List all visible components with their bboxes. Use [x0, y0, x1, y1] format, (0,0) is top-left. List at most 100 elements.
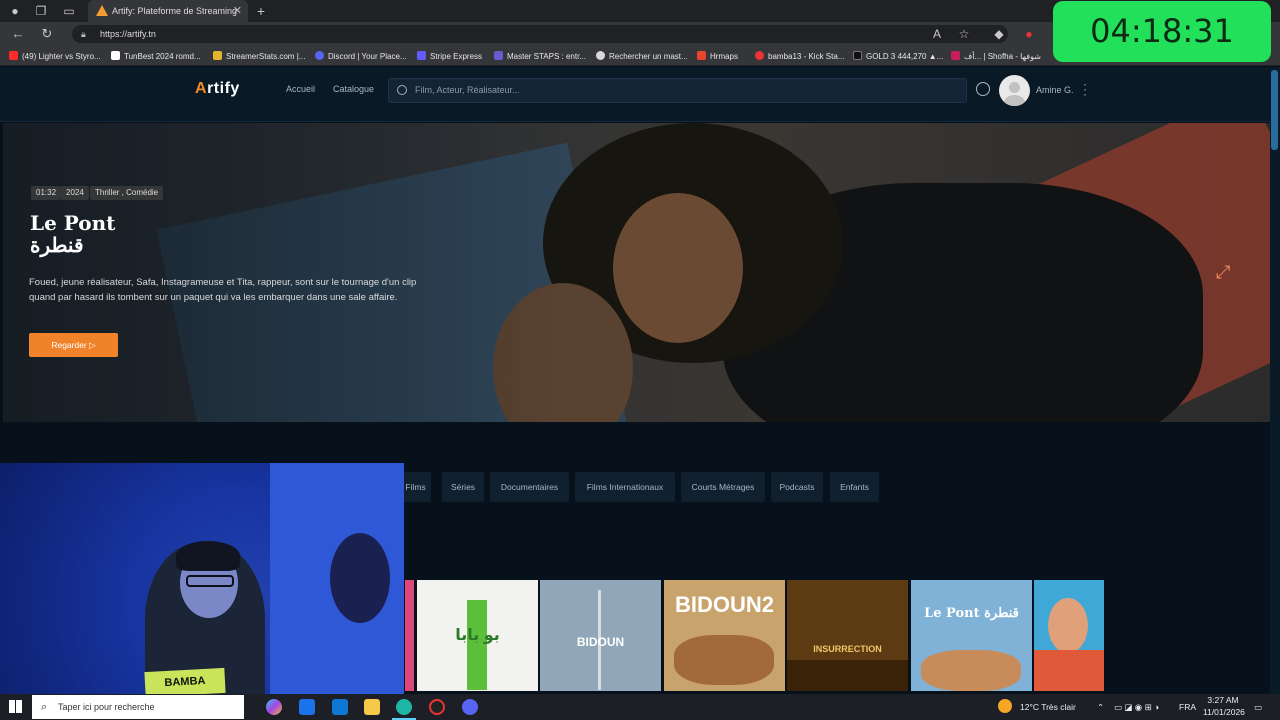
search-placeholder: Film, Acteur, Réalisateur...	[415, 85, 520, 95]
more-menu-icon[interactable]: · · ·	[1083, 78, 1087, 100]
bookmark-item[interactable]: StreamerStats.com |...	[213, 47, 305, 67]
search-input[interactable]: Film, Acteur, Réalisateur...	[388, 78, 967, 103]
discord-icon	[315, 51, 324, 60]
browser-tab-artify[interactable]: Artify: Plateforme de Streaming ✕	[88, 0, 248, 22]
search-icon: ⌕	[41, 701, 48, 713]
stream-timer: 04:18:31	[1053, 1, 1271, 62]
bookmark-favicon-icon	[494, 51, 503, 60]
nav-accueil[interactable]: Accueil	[286, 84, 315, 94]
bookmark-item[interactable]: Hrmaps	[697, 47, 738, 67]
category-podcasts[interactable]: Podcasts	[771, 472, 823, 502]
taskbar-clock[interactable]: 3:27 AM 11/01/2026	[1203, 694, 1245, 720]
poster-title: Le Pont قنطرة	[924, 606, 1019, 621]
avatar-body	[1004, 95, 1025, 106]
hrmaps-icon	[697, 51, 706, 60]
poster-card[interactable]: BIDOUN2	[664, 580, 785, 691]
artify-favicon-icon	[96, 5, 108, 16]
category-documentaires[interactable]: Documentaires	[490, 472, 569, 502]
extension-badge-icon[interactable]: ●	[1020, 23, 1038, 45]
tradingview-icon	[853, 51, 862, 60]
scrollbar-thumb[interactable]	[1271, 70, 1278, 150]
watch-button[interactable]: Regarder ▷	[29, 333, 118, 357]
category-films-internationaux[interactable]: Films Internationaux	[575, 472, 675, 502]
poster-title: BIDOUN	[576, 635, 625, 649]
weather-icon[interactable]	[998, 699, 1012, 713]
fullscreen-expand-icon[interactable]: ⤢	[1216, 262, 1230, 283]
youtube-icon	[9, 51, 18, 60]
taskbar-search-placeholder: Taper ici pour recherche	[58, 702, 155, 712]
tab-close-icon[interactable]: ✕	[233, 0, 242, 22]
tab-title: Artify: Plateforme de Streaming	[112, 6, 238, 16]
movie-title-latin: Le Pont	[30, 211, 116, 235]
year-chip: 2024	[61, 186, 89, 200]
read-aloud-icon[interactable]: A	[928, 23, 946, 45]
bookmark-item[interactable]: (49) Lighter vs Styro...	[9, 47, 101, 67]
webcam-hair	[176, 541, 240, 571]
new-tab-button[interactable]: +	[252, 0, 270, 22]
bookmark-item[interactable]: Rechercher un mast...	[596, 47, 688, 67]
extension-icon[interactable]: ◆	[990, 23, 1008, 45]
poster-card[interactable]: بو بابا	[417, 580, 538, 691]
back-icon[interactable]: ←	[9, 23, 27, 45]
language-indicator[interactable]: FRA	[1179, 694, 1196, 720]
taskbar-search-input[interactable]: ⌕ Taper ici pour recherche	[32, 695, 244, 719]
language-globe-icon[interactable]	[976, 82, 990, 96]
artify-logo[interactable]: Artify	[195, 80, 240, 98]
poster-card[interactable]: Le Pont قنطرة	[911, 580, 1032, 691]
kick-icon	[755, 51, 764, 60]
movie-title-arabic: قنطرة	[30, 233, 84, 257]
category-series[interactable]: Séries	[442, 472, 484, 502]
poster-title: INSURRECTION	[813, 644, 882, 654]
bookmark-item[interactable]: Stripe Express	[417, 47, 482, 67]
weather-text[interactable]: 12°C Très clair	[1020, 694, 1076, 720]
hero-gradient-overlay	[3, 123, 563, 422]
edge-icon[interactable]	[396, 699, 412, 715]
copilot-icon[interactable]	[266, 699, 282, 715]
category-courts-metrages[interactable]: Courts Métrages	[681, 472, 765, 502]
obs-icon[interactable]	[429, 699, 445, 715]
notifications-icon[interactable]: ▭	[1254, 694, 1262, 720]
hero-banner	[3, 123, 1270, 422]
bookmark-item[interactable]: bamba13 - Kick Sta...	[755, 47, 844, 67]
clock-date: 11/01/2026	[1203, 707, 1245, 717]
bookmark-item[interactable]: GOLD 3 444,270 ▲...	[853, 47, 943, 67]
page-scrollbar[interactable]	[1270, 67, 1280, 694]
reload-icon[interactable]: ↻	[38, 23, 56, 45]
poster-art	[921, 650, 1021, 691]
tray-chevron-icon[interactable]: ⌃	[1097, 694, 1104, 720]
tray-icons[interactable]: ▭ ◪ ◉ ⊞ ◑	[1114, 694, 1159, 720]
nav-catalogue[interactable]: Catalogue	[333, 84, 374, 94]
poster-card[interactable]: INSURRECTION	[787, 580, 908, 691]
user-avatar[interactable]	[999, 75, 1030, 106]
poster-card[interactable]	[1034, 580, 1104, 691]
store-icon[interactable]	[299, 699, 315, 715]
address-bar[interactable]: 🔒︎ https://artify.tn	[72, 25, 1008, 43]
profile-icon[interactable]: ●	[6, 0, 24, 22]
bookmark-item[interactable]: TunBest 2024 romd...	[111, 47, 201, 67]
workspaces-icon[interactable]: ❐	[32, 0, 50, 22]
favorite-star-icon[interactable]: ☆	[955, 23, 973, 45]
poster-card[interactable]: BIDOUN	[540, 580, 661, 691]
genre-chip: Thriller , Comédie	[90, 186, 164, 200]
windows-start-icon[interactable]	[9, 700, 22, 713]
bookmark-item[interactable]: Master STAPS : entr...	[494, 47, 586, 67]
discord-taskbar-icon[interactable]	[462, 699, 478, 715]
bookmark-favicon-icon	[596, 51, 605, 60]
category-enfants[interactable]: Enfants	[830, 472, 879, 502]
poster-title: BIDOUN2	[674, 592, 774, 617]
webcam-sticker: BAMBA	[144, 667, 226, 694]
avatar-head	[1009, 82, 1020, 93]
bookmark-item[interactable]: أف... | Shofha - شوفها	[951, 47, 1041, 67]
category-films[interactable]: Films	[400, 472, 431, 502]
webcam-overlay: BAMBA	[0, 463, 404, 694]
duration-chip: 01:32	[31, 186, 62, 200]
user-name[interactable]: Amine G.	[1036, 85, 1074, 95]
poster-partial[interactable]	[405, 580, 414, 691]
search-icon	[397, 85, 407, 95]
bookmark-item[interactable]: Discord | Your Place...	[315, 47, 407, 67]
file-explorer-icon[interactable]	[364, 699, 380, 715]
hero-image-face-main	[613, 193, 743, 343]
tab-actions-icon[interactable]: ▭	[60, 0, 78, 22]
outlook-icon[interactable]	[332, 699, 348, 715]
stripe-icon	[417, 51, 426, 60]
